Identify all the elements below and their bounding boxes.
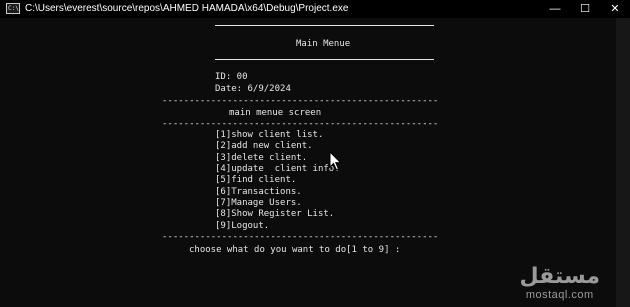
input-prompt[interactable]: choose what do you want to do[1 to 9] : — [189, 245, 400, 256]
menu-item: [9]Logout. — [215, 221, 270, 231]
menu-item: [3]delete client. — [215, 153, 308, 163]
menu-item: [7]Manage Users. — [215, 198, 302, 208]
main-menu-title: Main Menue — [296, 39, 351, 49]
window-titlebar[interactable]: C:\ C:\Users\everest\source\repos\AHMED … — [0, 0, 630, 18]
date-line: Date: 6/9/2024 — [215, 84, 291, 94]
mostaql-watermark: مستقل mostaql.com — [519, 264, 600, 302]
console-app-icon: C:\ — [6, 3, 20, 14]
watermark-logo-latin: mostaql.com — [525, 289, 594, 301]
separator-line: ----------------------------------------… — [162, 96, 439, 106]
menu-item: [6]Transactions. — [215, 187, 302, 197]
watermark-logo-arabic: مستقل — [519, 264, 600, 289]
maximize-button[interactable]: ☐ — [570, 0, 600, 18]
user-id-line: ID: 00 — [215, 72, 248, 82]
minimize-button[interactable]: — — [540, 0, 570, 18]
window-title: C:\Users\everest\source\repos\AHMED HAMA… — [25, 3, 349, 14]
header-top-rule — [215, 25, 434, 26]
menu-item: [1]show client list. — [215, 130, 324, 140]
separator-line: ----------------------------------------… — [162, 232, 439, 242]
menu-item: [8]Show Register List. — [215, 209, 335, 219]
menu-item: [4]update client info. — [215, 164, 340, 174]
separator-line: ----------------------------------------… — [162, 119, 439, 129]
menu-item: [5]find client. — [215, 175, 297, 185]
menu-item: [2]add new client. — [215, 141, 313, 151]
screen-title: main menue screen — [229, 108, 322, 118]
mouse-pointer-icon — [329, 151, 342, 171]
console-scrollbar[interactable] — [616, 18, 630, 307]
close-button[interactable]: ✕ — [600, 0, 630, 18]
header-bottom-rule — [215, 59, 434, 60]
